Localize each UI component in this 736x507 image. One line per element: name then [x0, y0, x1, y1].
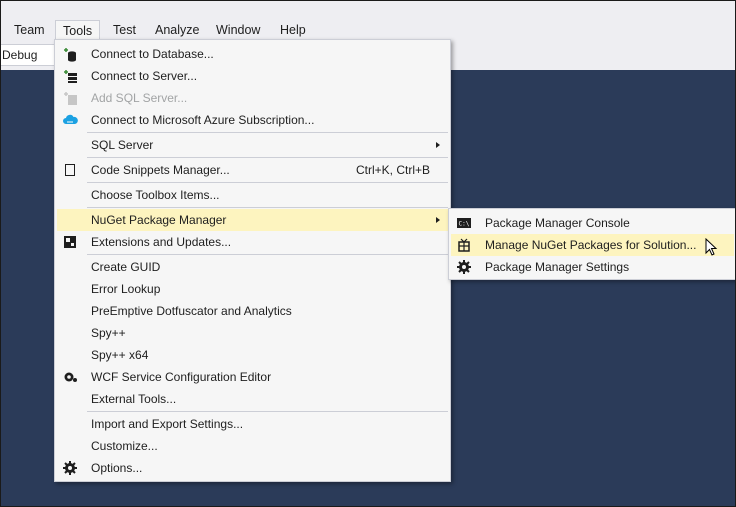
- window-frame: [0, 0, 736, 507]
